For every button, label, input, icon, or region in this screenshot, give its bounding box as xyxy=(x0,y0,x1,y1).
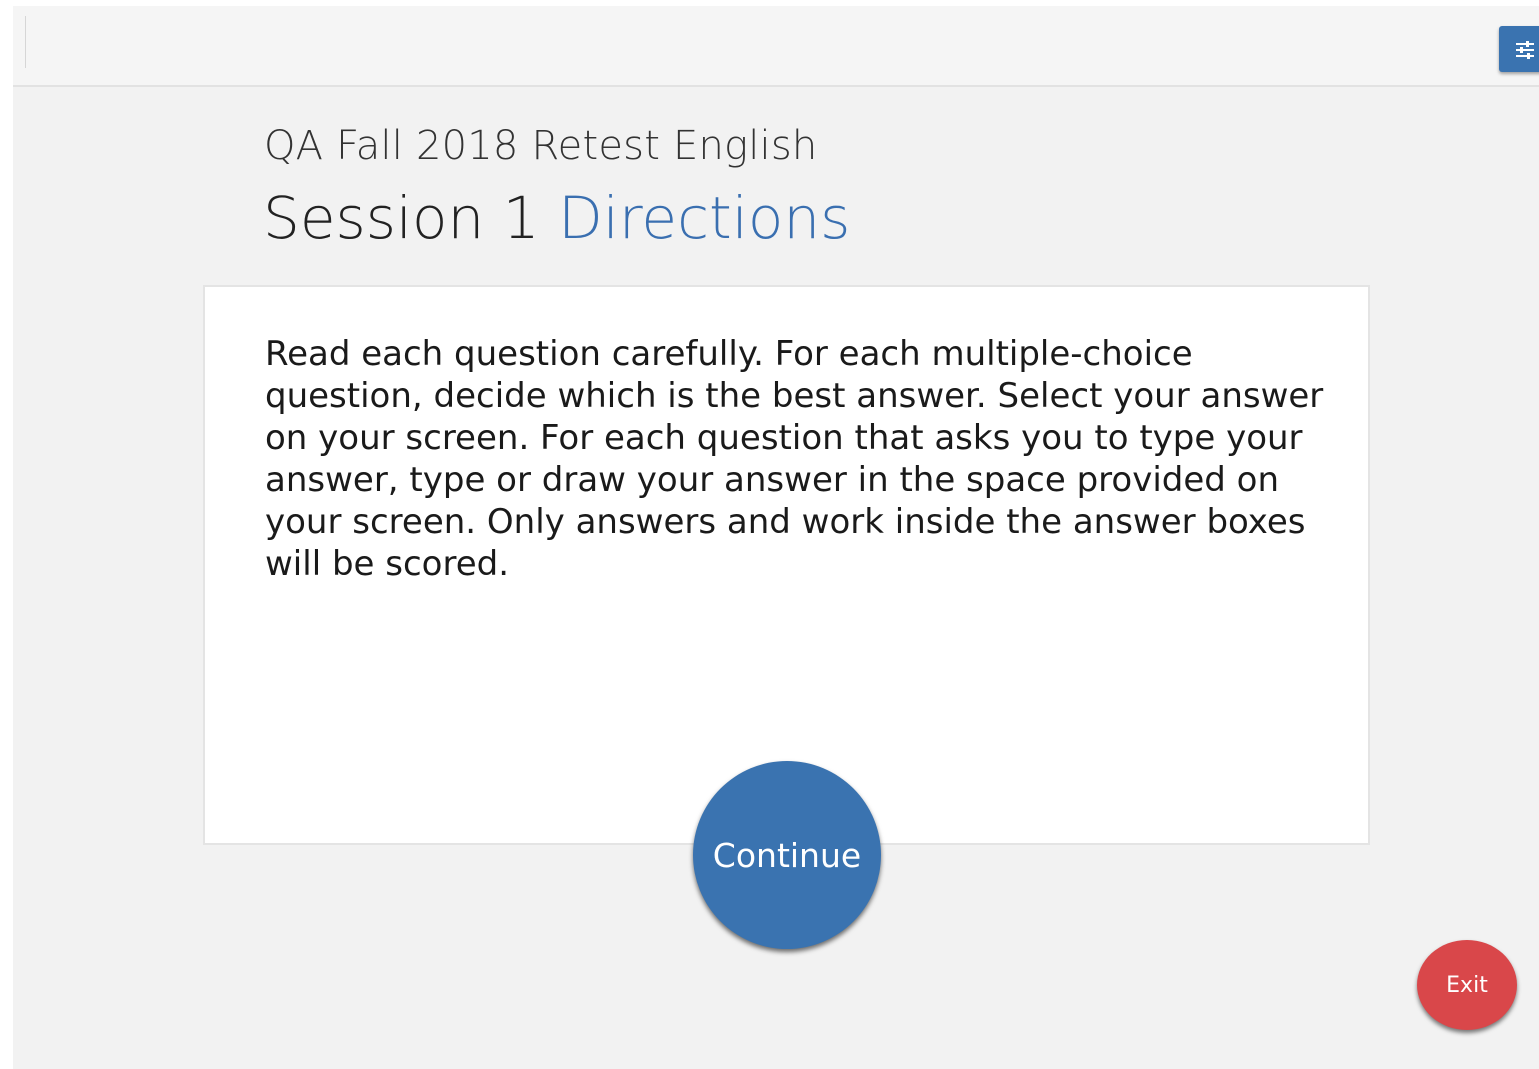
sliders-icon xyxy=(1516,41,1534,59)
page-title: Session 1 Directions xyxy=(263,184,850,252)
exit-button[interactable]: Exit xyxy=(1417,940,1517,1030)
tools-settings-button[interactable] xyxy=(1499,26,1539,72)
section-label: Directions xyxy=(558,184,851,252)
session-label: Session 1 xyxy=(263,184,540,252)
test-name: QA Fall 2018 Retest English xyxy=(264,123,818,169)
top-toolbar xyxy=(13,6,1539,87)
toolbar-divider xyxy=(25,16,26,68)
continue-button[interactable]: Continue xyxy=(693,761,881,949)
test-app: QA Fall 2018 Retest English Session 1 Di… xyxy=(13,6,1539,1069)
directions-text: Read each question carefully. For each m… xyxy=(265,334,1324,584)
